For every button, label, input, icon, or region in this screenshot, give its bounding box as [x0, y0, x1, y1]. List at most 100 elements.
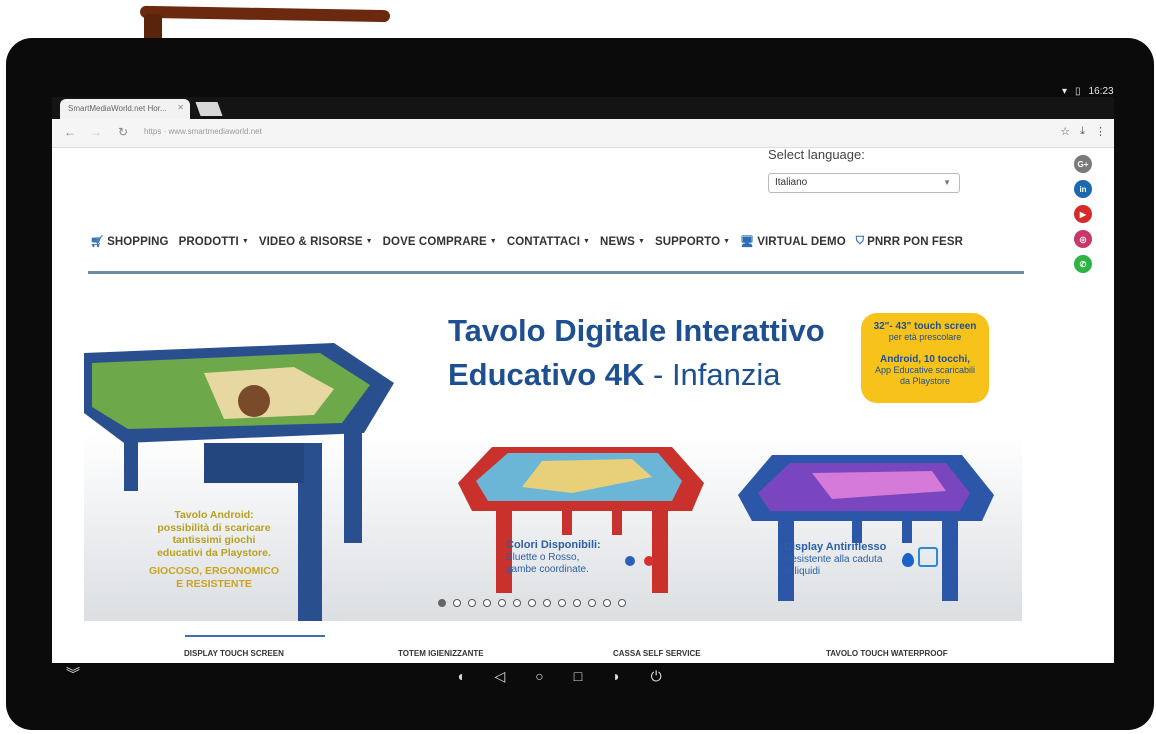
home-icon[interactable]: ○ — [535, 668, 543, 685]
menu-pnrr[interactable]: ⛉ PNRR PON FESR — [856, 235, 963, 248]
language-value: Italiano — [775, 177, 808, 188]
whatsapp-icon[interactable]: ✆ — [1074, 255, 1092, 273]
android-caption: Tavolo Android: possibilità di scaricare… — [124, 509, 304, 559]
display-caption: Display Antiriflesso Resistente alla cad… — [784, 541, 886, 578]
carousel-dot[interactable] — [603, 599, 611, 607]
display-line2: di liquidi — [784, 566, 821, 577]
forward-arrow-icon[interactable]: → — [90, 125, 102, 139]
badge-line1: 32"- 43" touch screen — [873, 321, 977, 332]
badge-line5: da Playstore — [899, 376, 951, 386]
chevron-down-icon: ▼ — [943, 178, 951, 187]
colors-caption: Colori Disponibili: Bluette o Rosso, gam… — [506, 539, 601, 576]
browser-screen: SmartMediaWorld.net Hor... ✕ ← → ↻ https… — [52, 97, 1114, 663]
menu-supporto-label: SUPPORTO — [654, 235, 721, 248]
badge-line4: App Educative scaricabili — [874, 365, 976, 375]
caret-down-icon: ▼ — [365, 238, 373, 245]
address-bar: ← → ↻ https · www.smartmediaworld.net ☆ … — [52, 119, 1114, 148]
hero-banner[interactable]: Tavolo Digitale Interattivo Educativo 4K… — [84, 283, 1022, 621]
badge-line3: Android, 10 tocchi, — [879, 354, 970, 365]
ergonomic-caption: GIOCOSO, ERGONOMICO E RESISTENTE — [124, 565, 304, 590]
wifi-icon: ▾ — [1062, 86, 1068, 97]
shield-icon: ⛉ — [855, 235, 865, 247]
tab-tavolo-waterproof[interactable]: TAVOLO TOUCH WATERPROOF — [826, 649, 948, 658]
download-icon[interactable]: ⤓ — [1080, 125, 1085, 138]
feature-badge: 32"- 43" touch screen per età prescolare… — [861, 313, 989, 403]
youtube-icon[interactable]: ▶ — [1074, 205, 1092, 223]
instagram-icon[interactable]: ◎ — [1074, 230, 1092, 248]
status-bar: ▾ ▯ 16:23 — [1062, 86, 1114, 97]
tab-totem[interactable]: TOTEM IGIENIZZANTE — [398, 649, 484, 658]
linkedin-icon[interactable]: in — [1074, 180, 1092, 198]
caret-down-icon: ▼ — [489, 238, 497, 245]
display-line1: Resistente alla caduta — [784, 554, 883, 565]
android-nav-bar: ◖ ◁ ○ □ ◗ ⏻ — [456, 668, 662, 685]
colors-title: Colori Disponibili: — [506, 539, 601, 551]
battery-icon: ▯ — [1075, 86, 1081, 97]
menu-pnrr-label: PNRR PON FESR — [867, 235, 963, 248]
menu-divider — [88, 271, 1024, 274]
tab-strip: SmartMediaWorld.net Hor... ✕ — [52, 97, 1114, 119]
carousel-dot[interactable] — [618, 599, 626, 607]
caret-down-icon: ▼ — [637, 238, 645, 245]
carousel-dot[interactable] — [498, 599, 506, 607]
back-arrow-icon[interactable]: ← — [64, 125, 76, 139]
bookmark-star-icon[interactable]: ☆ — [1060, 125, 1070, 138]
menu-dots-icon[interactable]: ⋮ — [1095, 125, 1106, 138]
android-caption-line4: educativi da Playstore. — [157, 546, 271, 559]
tab-title: SmartMediaWorld.net Hor... — [68, 104, 167, 113]
menu-news-label: NEWS — [600, 235, 635, 248]
menu-contattaci-label: CONTATTACI — [506, 235, 581, 248]
power-icon[interactable]: ⏻ — [651, 668, 662, 685]
android-caption-line1: Tavolo Android: — [174, 509, 254, 521]
banner-title-line1: Tavolo Digitale Interattivo — [448, 313, 825, 348]
ergonomic-caption-line1: GIOCOSO, ERGONOMICO — [148, 565, 280, 577]
banner-title-line2: Educativo 4K - Infanzia — [448, 357, 781, 393]
carousel-dot[interactable] — [528, 599, 536, 607]
close-tab-icon[interactable]: ✕ — [177, 103, 184, 112]
waterproof-icon — [918, 547, 938, 567]
carousel-dot[interactable] — [453, 599, 461, 607]
recents-icon[interactable]: □ — [574, 668, 582, 685]
language-select[interactable]: Italiano ▼ — [768, 173, 960, 193]
volume-up-icon[interactable]: ◗ — [612, 668, 620, 685]
active-tab-indicator — [185, 635, 325, 637]
banner-title-light: - Infanzia — [644, 357, 781, 392]
badge-line2: per età prescolare — [888, 332, 962, 342]
menu-dove-comprare[interactable]: DOVE COMPRARE ▼ — [383, 236, 497, 248]
menu-prodotti[interactable]: PRODOTTI ▼ — [179, 236, 249, 248]
cart-icon: 🛒︎ — [90, 236, 105, 248]
menu-video-risorse[interactable]: VIDEO & RISORSE ▼ — [259, 236, 373, 248]
back-icon[interactable]: ◁ — [494, 668, 505, 685]
language-label: Select language: — [768, 147, 865, 162]
banner-title-bold: Educativo 4K — [448, 357, 645, 392]
menu-supporto[interactable]: SUPPORTO ▼ — [655, 236, 730, 248]
caret-down-icon: ▼ — [583, 238, 591, 245]
google-plus-icon[interactable]: G+ — [1074, 155, 1092, 173]
color-swatch-blue — [625, 556, 635, 566]
url-field[interactable]: https · www.smartmediaworld.net — [144, 127, 262, 136]
chevrons-down-icon[interactable]: ︾ — [66, 664, 80, 684]
menu-contattaci[interactable]: CONTATTACI ▼ — [507, 236, 590, 248]
volume-down-icon[interactable]: ◖ — [456, 668, 464, 685]
carousel-dot[interactable] — [588, 599, 596, 607]
browser-tab[interactable]: SmartMediaWorld.net Hor... ✕ — [60, 99, 190, 119]
menu-virtual-demo[interactable]: 🖥︎ VIRTUAL DEMO — [740, 235, 846, 249]
menu-shopping[interactable]: 🛒︎ SHOPPING — [90, 235, 169, 249]
carousel-dot[interactable] — [558, 599, 566, 607]
colors-line1: Bluette o Rosso, — [506, 552, 580, 563]
tab-cassa[interactable]: CASSA SELF SERVICE — [613, 649, 701, 658]
carousel-dot[interactable] — [543, 599, 551, 607]
carousel-dot[interactable] — [483, 599, 491, 607]
main-menu: 🛒︎ SHOPPING PRODOTTI ▼ VIDEO & RISORSE ▼… — [90, 235, 963, 248]
carousel-dot[interactable] — [468, 599, 476, 607]
reload-icon[interactable]: ↻ — [118, 125, 128, 139]
tab-display-touch[interactable]: DISPLAY TOUCH SCREEN — [184, 649, 284, 658]
new-tab-button[interactable] — [195, 102, 223, 116]
caret-down-icon: ▼ — [241, 238, 249, 245]
carousel-dot[interactable] — [573, 599, 581, 607]
carousel-dot[interactable] — [513, 599, 521, 607]
menu-prodotti-label: PRODOTTI — [178, 235, 239, 248]
color-swatch-red — [644, 556, 654, 566]
carousel-dot[interactable] — [438, 599, 446, 607]
menu-news[interactable]: NEWS ▼ — [600, 236, 645, 248]
